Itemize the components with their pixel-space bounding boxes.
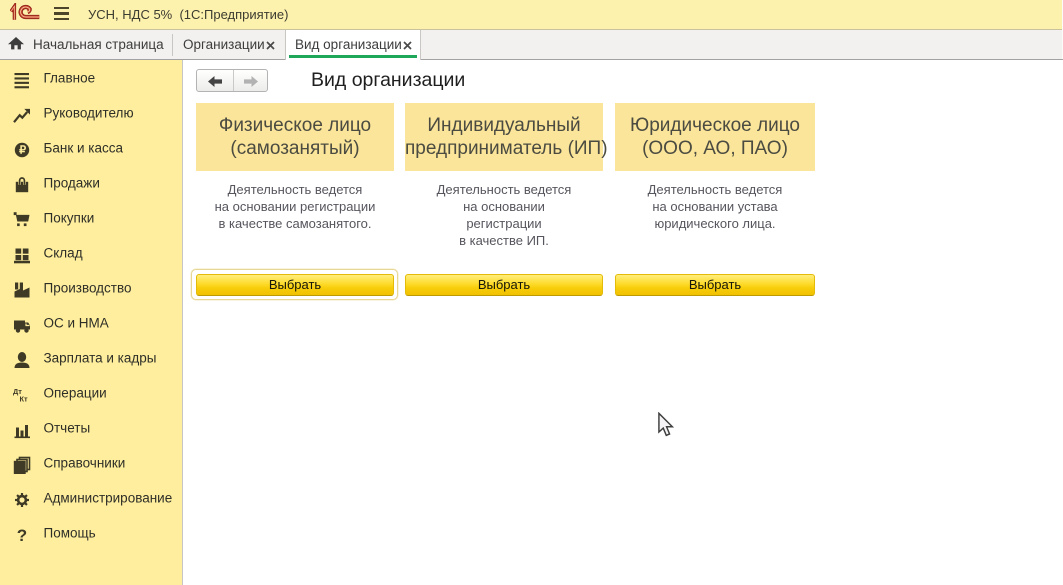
svg-text:Кт: Кт	[20, 394, 28, 403]
svg-text:?: ?	[17, 526, 27, 544]
svg-text:₽: ₽	[19, 144, 26, 156]
